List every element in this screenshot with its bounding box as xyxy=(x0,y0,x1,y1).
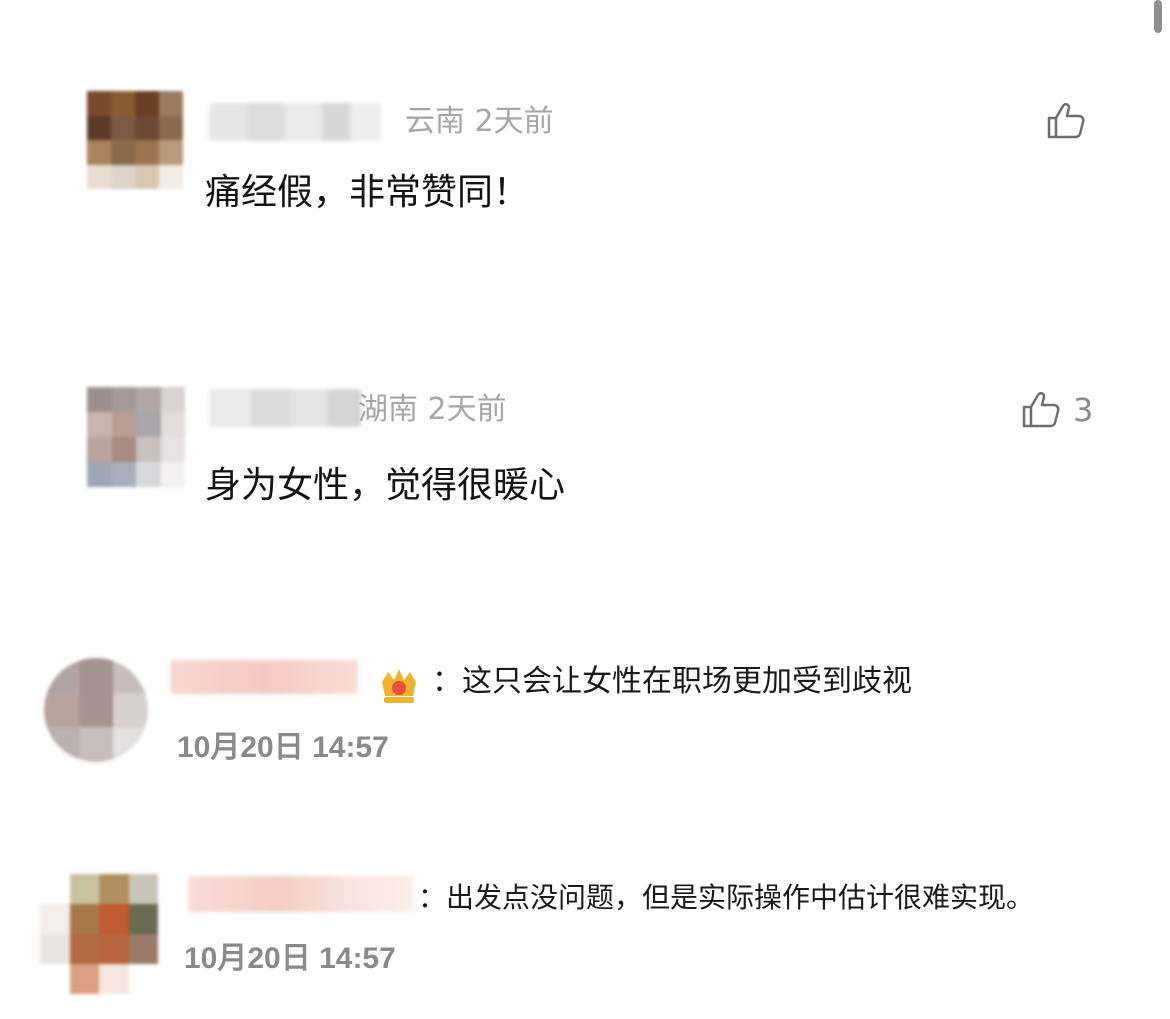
avatar-pixel xyxy=(87,91,111,116)
comment-text: 身为女性，觉得很暖心 xyxy=(205,465,566,506)
avatar-pixel xyxy=(111,462,136,487)
avatar[interactable] xyxy=(87,387,185,487)
avatar-pixel xyxy=(78,692,114,728)
avatar-pixel xyxy=(113,658,148,693)
crown-badge-icon xyxy=(382,669,416,703)
thumbs-up-icon xyxy=(1047,103,1085,139)
username-blurred[interactable] xyxy=(170,660,358,694)
avatar-pixel xyxy=(113,692,148,728)
avatar-pixel xyxy=(87,140,111,165)
avatar-pixel xyxy=(69,934,99,964)
avatar-pixel xyxy=(44,658,79,693)
avatar-pixel xyxy=(87,437,112,462)
reply-separator: ： xyxy=(418,881,447,914)
avatar-pixel xyxy=(87,164,111,189)
avatar-pixel xyxy=(111,437,136,462)
avatar-pixel xyxy=(99,874,129,904)
avatar-pixel xyxy=(159,164,183,189)
avatar-pixel xyxy=(111,115,135,140)
avatar-pixel xyxy=(40,904,70,934)
avatar-pixel xyxy=(135,164,159,189)
avatar-pixel xyxy=(159,115,183,140)
avatar-pixel xyxy=(111,387,136,412)
region-label: 湖南 xyxy=(358,392,418,427)
avatar-pixel xyxy=(135,91,159,116)
avatar-pixel xyxy=(87,462,112,487)
like-button[interactable] xyxy=(1046,102,1098,140)
avatar-pixel xyxy=(160,387,185,412)
avatar-pixel xyxy=(111,91,135,116)
avatar[interactable] xyxy=(40,874,158,994)
username-blurred[interactable] xyxy=(209,103,381,141)
thumbs-up-icon xyxy=(1022,392,1060,428)
avatar-pixel xyxy=(87,412,112,437)
reply-text: 出发点没问题，但是实际操作中估计很难实现。 xyxy=(446,881,1035,914)
avatar-pixel xyxy=(159,140,183,165)
reply-content: ：出发点没问题，但是实际操作中估计很难实现。 xyxy=(418,880,1034,916)
avatar-pixel xyxy=(160,462,185,487)
like-button[interactable]: 3 xyxy=(1021,391,1093,429)
avatar-pixel xyxy=(160,412,185,437)
like-count: 3 xyxy=(1073,391,1094,429)
reply-text: 这只会让女性在职场更加受到歧视 xyxy=(462,664,912,699)
avatar-pixel xyxy=(44,727,79,762)
avatar-pixel xyxy=(40,874,70,904)
avatar-pixel xyxy=(40,934,70,964)
avatar-pixel xyxy=(128,934,158,964)
avatar-pixel xyxy=(136,437,161,462)
avatar-pixel xyxy=(40,964,70,994)
avatar-pixel xyxy=(99,904,129,934)
avatar-pixel xyxy=(69,964,99,994)
avatar-pixel xyxy=(99,964,129,994)
avatar-pixel xyxy=(111,164,135,189)
time-ago-label: 2天前 xyxy=(474,104,554,139)
avatar-pixel xyxy=(99,934,129,964)
avatar[interactable] xyxy=(87,91,183,189)
reply-separator: ： xyxy=(432,664,462,699)
avatar-pixel xyxy=(44,692,79,728)
comment-text: 痛经假，非常赞同！ xyxy=(205,172,530,213)
avatar-pixel xyxy=(111,412,136,437)
username-blurred[interactable] xyxy=(209,389,361,427)
reply-content: ：这只会让女性在职场更加受到歧视 xyxy=(432,664,912,700)
avatar-pixel xyxy=(69,874,99,904)
avatar-pixel xyxy=(111,140,135,165)
reply-time: 10月20日 14:57 xyxy=(177,731,389,764)
avatar-pixel xyxy=(128,964,158,994)
comment-meta: 云南 2天前 xyxy=(405,104,554,140)
avatar-pixel xyxy=(78,658,114,693)
avatar-pixel xyxy=(113,727,148,762)
avatar-pixel xyxy=(87,115,111,140)
region-label: 云南 xyxy=(405,104,465,139)
avatar[interactable] xyxy=(44,658,148,762)
scrollbar[interactable] xyxy=(1154,0,1162,33)
avatar-pixel xyxy=(159,91,183,116)
avatar-pixel xyxy=(128,874,158,904)
avatar-pixel xyxy=(136,387,161,412)
username-blurred[interactable] xyxy=(188,876,414,912)
avatar-pixel xyxy=(69,904,99,934)
avatar-pixel xyxy=(136,412,161,437)
avatar-pixel xyxy=(87,387,112,412)
comment-meta: 湖南 2天前 xyxy=(358,392,507,428)
avatar-pixel xyxy=(78,727,114,762)
avatar-pixel xyxy=(135,115,159,140)
time-ago-label: 2天前 xyxy=(427,392,507,427)
avatar-pixel xyxy=(135,140,159,165)
avatar-pixel xyxy=(160,437,185,462)
avatar-pixel xyxy=(136,462,161,487)
avatar-pixel xyxy=(128,904,158,934)
reply-time: 10月20日 14:57 xyxy=(184,942,396,975)
